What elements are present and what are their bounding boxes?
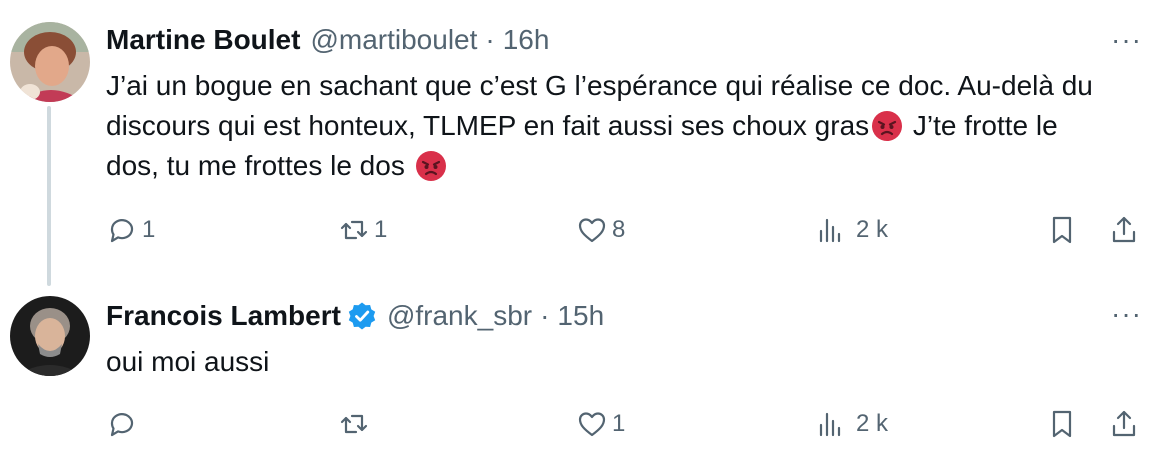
like-button[interactable]: 8 [576,214,625,246]
more-options-icon[interactable]: ··· [1111,26,1142,54]
tweet-martine-boulet[interactable]: Martine Boulet @martiboulet · 16h ··· J’… [0,0,1172,290]
tweet-actions: 1 1 8 2 k [106,214,1146,248]
heart-icon [578,412,606,437]
angry-face-emoji-icon [415,151,446,181]
views-count: 2 k [856,410,889,437]
views-button[interactable]: 2 k [814,214,888,246]
share-icon [1112,216,1136,243]
tweet-text: oui moi aussi [106,346,270,377]
reply-button[interactable]: 1 [106,214,155,246]
like-button[interactable]: 1 [576,408,625,440]
reply-button[interactable] [106,408,142,440]
author-handle[interactable]: @frank_sbr [387,300,532,332]
tweet-header: Francois Lambert @frank_sbr · 15h [106,300,604,332]
reply-icon [110,219,134,243]
retweet-count: 1 [374,216,388,243]
author-name[interactable]: Francois Lambert [106,300,341,332]
tweet-header: Martine Boulet @martiboulet · 16h [106,24,549,56]
retweet-icon [340,220,368,240]
share-button[interactable] [1108,214,1140,246]
thread-connector-line [47,106,51,286]
timestamp[interactable]: 16h [503,24,550,56]
like-count: 8 [612,216,626,243]
avatar-francois-lambert[interactable] [10,296,90,376]
bookmark-button[interactable] [1046,408,1078,440]
timestamp[interactable]: 15h [557,300,604,332]
views-count: 2 k [856,216,889,243]
like-count: 1 [612,410,626,437]
heart-icon [578,218,606,243]
share-button[interactable] [1108,408,1140,440]
tweet-text: J’ai un bogue en sachant que c’est G l’e… [106,66,1106,186]
retweet-button[interactable]: 1 [338,214,387,246]
author-handle[interactable]: @martiboulet [310,24,477,56]
bookmark-icon [1052,216,1072,244]
reply-icon [110,413,134,437]
separator-dot: · [540,300,550,331]
author-name[interactable]: Martine Boulet [106,24,300,56]
tweet-actions: 1 2 k [106,408,1146,442]
views-bar-chart-icon [819,218,841,243]
retweet-icon [340,414,368,434]
bookmark-button[interactable] [1046,214,1078,246]
tweet-francois-lambert[interactable]: Francois Lambert @frank_sbr · 15h ··· ou… [0,290,1172,466]
views-bar-chart-icon [819,412,841,437]
verified-badge-icon [348,302,376,330]
retweet-button[interactable] [338,408,374,440]
reply-count: 1 [142,216,156,243]
share-icon [1112,410,1136,437]
avatar-martine-boulet[interactable] [10,22,90,102]
angry-face-emoji-icon [872,111,903,141]
bookmark-icon [1052,410,1072,438]
separator-dot: · [485,24,495,55]
views-button[interactable]: 2 k [814,408,888,440]
more-options-icon[interactable]: ··· [1111,300,1142,328]
